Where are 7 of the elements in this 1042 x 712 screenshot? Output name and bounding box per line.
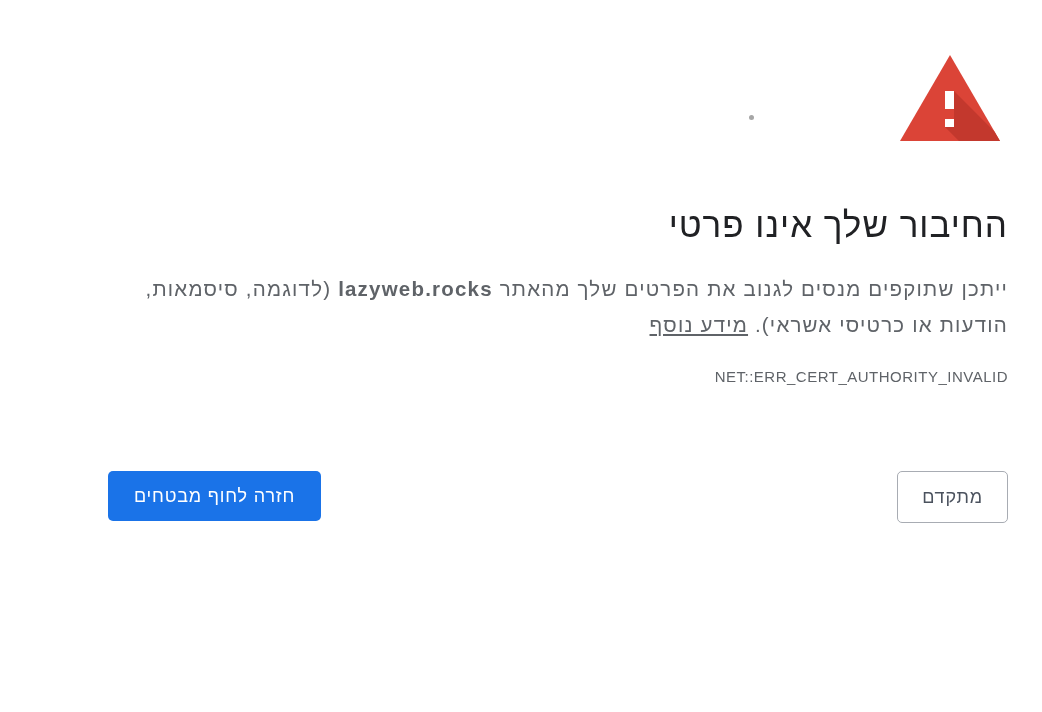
page-heading: החיבור שלך אינו פרטי (667, 205, 1008, 245)
warning-triangle-icon (900, 55, 1000, 141)
back-to-safety-button[interactable]: חזרה לחוף מבטחים (108, 471, 321, 521)
dot-icon (749, 115, 754, 120)
learn-more-link[interactable]: מידע נוסף (649, 313, 749, 336)
error-code: NET::ERR_CERT_AUTHORITY_INVALID (713, 367, 1008, 387)
advanced-button[interactable]: מתקדם (897, 471, 1008, 523)
